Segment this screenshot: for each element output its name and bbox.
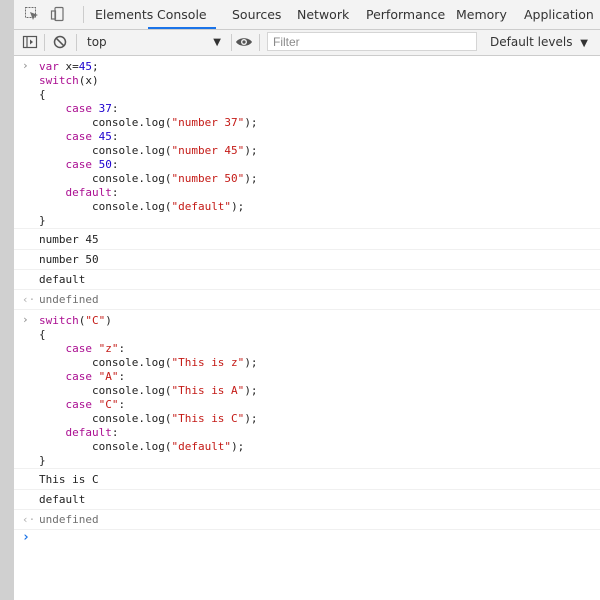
code-line: case "A": bbox=[65, 370, 126, 383]
chevron-right-icon: › bbox=[22, 59, 29, 72]
console-return-entry: ‹· undefined bbox=[14, 290, 600, 310]
devtools-panel: Elements Console Sources Network Perform… bbox=[14, 0, 600, 600]
inspect-element-icon[interactable] bbox=[24, 6, 40, 22]
code-line: } bbox=[39, 214, 46, 227]
log-text: This is C bbox=[39, 473, 99, 486]
tab-sources[interactable]: Sources bbox=[232, 0, 281, 29]
tabbar-separator bbox=[83, 6, 84, 23]
console-messages: › var x=45; switch(x) { case 37: console… bbox=[14, 56, 600, 600]
code-line: case "z": bbox=[65, 342, 126, 355]
tab-network[interactable]: Network bbox=[297, 0, 349, 29]
code-line: { bbox=[39, 88, 46, 101]
code-line: switch("C") bbox=[39, 314, 112, 327]
dropdown-arrow-icon: ▼ bbox=[213, 37, 221, 48]
code-line: console.log("number 45"); bbox=[39, 144, 258, 157]
log-text: default bbox=[39, 273, 86, 286]
code-line: default: bbox=[65, 186, 119, 199]
tab-elements[interactable]: Elements bbox=[95, 0, 153, 29]
log-text: default bbox=[39, 493, 86, 506]
console-log-entry: default bbox=[14, 490, 600, 510]
chevron-right-icon: › bbox=[22, 313, 29, 326]
dropdown-arrow-icon: ▼ bbox=[580, 38, 588, 49]
return-arrow-icon: ‹· bbox=[22, 293, 36, 306]
console-input-entry: › switch("C") { case "z": console.log("T… bbox=[14, 310, 600, 469]
tab-memory[interactable]: Memory bbox=[456, 0, 507, 29]
tab-console[interactable]: Console bbox=[148, 0, 216, 29]
log-text: number 50 bbox=[39, 253, 99, 266]
console-log-entry: number 45 bbox=[14, 230, 600, 250]
code-line: case "C": bbox=[65, 398, 126, 411]
return-value: undefined bbox=[39, 513, 99, 526]
code-line: default: bbox=[65, 426, 119, 439]
console-log-entry: default bbox=[14, 270, 600, 290]
code-line: } bbox=[39, 454, 46, 467]
sidebar-toggle-icon[interactable] bbox=[22, 34, 38, 50]
toolbar-separator bbox=[76, 34, 77, 51]
code-line: var x=45; bbox=[39, 60, 99, 73]
code-line: console.log("This is z"); bbox=[39, 356, 258, 369]
code-line: switch(x) bbox=[39, 74, 99, 87]
toolbar-separator bbox=[259, 34, 260, 51]
log-levels-label: Default levels bbox=[490, 35, 573, 49]
console-prompt[interactable]: › bbox=[14, 530, 600, 570]
console-input-entry: › var x=45; switch(x) { case 37: console… bbox=[14, 56, 600, 229]
code-line: console.log("number 50"); bbox=[39, 172, 258, 185]
eye-icon[interactable] bbox=[235, 34, 253, 50]
tab-performance[interactable]: Performance bbox=[366, 0, 445, 29]
context-value: top bbox=[87, 35, 107, 49]
code-line: console.log("number 37"); bbox=[39, 116, 258, 129]
toolbar-separator bbox=[44, 34, 45, 51]
devtools-tabbar: Elements Console Sources Network Perform… bbox=[14, 0, 600, 30]
console-return-entry: ‹· undefined bbox=[14, 510, 600, 530]
console-log-entry: This is C bbox=[14, 470, 600, 490]
code-line: case 37: bbox=[65, 102, 119, 115]
code-line: case 50: bbox=[65, 158, 119, 171]
return-value: undefined bbox=[39, 293, 99, 306]
page-edge bbox=[0, 0, 14, 600]
code-line: console.log("default"); bbox=[39, 200, 245, 213]
code-line: case 45: bbox=[65, 130, 119, 143]
code-line: console.log("default"); bbox=[39, 440, 245, 453]
context-selector[interactable]: top ▼ bbox=[87, 34, 221, 51]
tab-application[interactable]: Application bbox=[524, 0, 594, 29]
code-line: console.log("This is C"); bbox=[39, 412, 258, 425]
device-toolbar-icon[interactable] bbox=[50, 6, 66, 22]
console-toolbar: top ▼ Default levels ▼ bbox=[14, 30, 600, 56]
chevron-right-icon: › bbox=[22, 530, 30, 545]
return-arrow-icon: ‹· bbox=[22, 513, 36, 526]
filter-input[interactable] bbox=[267, 32, 477, 51]
console-log-entry: number 50 bbox=[14, 250, 600, 270]
log-levels-dropdown[interactable]: Default levels ▼ bbox=[490, 34, 588, 51]
code-line: console.log("This is A"); bbox=[39, 384, 258, 397]
code-line: { bbox=[39, 328, 46, 341]
clear-console-icon[interactable] bbox=[52, 34, 68, 50]
log-text: number 45 bbox=[39, 233, 99, 246]
toolbar-separator bbox=[231, 34, 232, 51]
